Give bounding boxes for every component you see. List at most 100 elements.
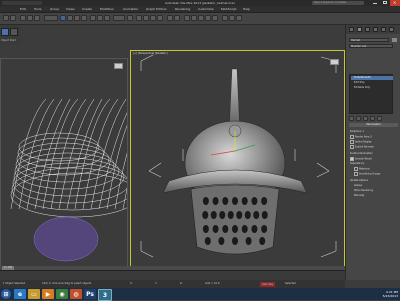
taskbar: ⊞ e ▭ ▶ ◉ ◍ Ps 3 4:21 PM 5/23/2013 — [0, 288, 400, 301]
make-unique-icon[interactable] — [363, 116, 368, 121]
rollout-parameters[interactable]: Parameters — [349, 123, 398, 127]
param-isoline[interactable]: Isoline Display — [350, 140, 372, 144]
rendered-frame-window-icon[interactable] — [229, 15, 235, 21]
param-smooth-result[interactable]: Smooth Result — [350, 157, 372, 161]
graphite-ribbon-icon[interactable] — [191, 15, 197, 21]
radio-manually[interactable]: Manually — [354, 194, 364, 197]
create-tab-icon[interactable] — [349, 27, 354, 32]
window-crossing-icon[interactable] — [81, 15, 87, 21]
radio-when-rendering[interactable]: When Rendering — [354, 189, 373, 192]
param-render-iters[interactable]: Render Iters: 0 — [350, 135, 372, 139]
checkbox-explicit-normals[interactable] — [350, 145, 354, 149]
param-materials[interactable]: Materials — [354, 167, 370, 171]
rotate-icon[interactable] — [97, 15, 103, 21]
photoshop-icon[interactable]: Ps — [84, 289, 96, 299]
unlink-icon[interactable] — [27, 15, 33, 21]
param-label: Render Iters: 0 — [355, 135, 373, 139]
menu-modifiers[interactable]: Modifiers — [100, 6, 114, 12]
viewcube-left[interactable] — [114, 63, 123, 69]
media-player-icon[interactable]: ▶ — [42, 289, 54, 299]
start-button[interactable]: ⊞ — [1, 289, 11, 299]
viewport-center[interactable]: [+] [Perspective] [Realistic] — [130, 50, 345, 267]
prompt-line: Click or click-and-drag to select object… — [42, 282, 92, 285]
material-editor-icon[interactable] — [212, 15, 218, 21]
folder-icon[interactable]: ▭ — [28, 289, 40, 299]
3dsmax-icon[interactable]: 3 — [98, 289, 112, 301]
firefox-icon[interactable]: ◍ — [70, 289, 82, 299]
auto-key-button[interactable]: Auto Key — [260, 281, 276, 287]
modify-tab-icon[interactable] — [357, 27, 362, 32]
viewcube-center[interactable] — [330, 59, 339, 65]
reference-coordinate-dropdown[interactable] — [113, 15, 125, 21]
menu-group[interactable]: Group — [50, 6, 59, 12]
link-icon[interactable] — [20, 15, 26, 21]
param-explicit-normals[interactable]: Explicit Normals — [350, 145, 374, 149]
menu-customize[interactable]: Customize — [198, 6, 214, 12]
show-end-result-icon[interactable] — [356, 116, 361, 121]
utilities-tab-icon[interactable] — [389, 27, 394, 32]
menu-edit[interactable]: Edit — [20, 6, 26, 12]
menu-views[interactable]: Views — [66, 6, 75, 12]
scale-icon[interactable] — [104, 15, 110, 21]
paint-settings-icon[interactable] — [10, 28, 18, 36]
search-input[interactable]: Type a keyword or phrase — [312, 1, 364, 5]
paint-brush-icon[interactable] — [1, 28, 9, 36]
rectangular-selection-icon[interactable] — [74, 15, 80, 21]
select-object-icon[interactable] — [60, 15, 66, 21]
angle-snap-icon[interactable] — [143, 15, 149, 21]
param-label: Materials — [359, 167, 370, 171]
configure-modifier-sets-icon[interactable] — [377, 116, 382, 121]
radio-always[interactable]: Always — [354, 184, 362, 187]
menu-help[interactable]: Help — [243, 6, 250, 12]
layer-manager-icon[interactable] — [184, 15, 190, 21]
redo-icon[interactable] — [10, 15, 16, 21]
stack-item-editable-poly[interactable]: Editable Poly — [351, 86, 393, 90]
checkbox-smooth-result[interactable] — [350, 157, 354, 161]
align-icon[interactable] — [174, 15, 180, 21]
mirror-icon[interactable] — [167, 15, 173, 21]
param-iterations[interactable]: Iterations: 1 — [350, 130, 364, 133]
coord-y-label: Y: — [155, 282, 158, 285]
checkbox-smoothing-groups[interactable] — [354, 172, 358, 176]
stack-item-edit-poly[interactable]: Edit Poly — [351, 81, 393, 85]
ie-icon[interactable]: e — [14, 289, 26, 299]
selection-filter-dropdown[interactable] — [44, 15, 58, 21]
pin-stack-icon[interactable] — [349, 116, 354, 121]
checkbox-isoline[interactable] — [350, 140, 354, 144]
quick-access-toolbar[interactable] — [2, 1, 42, 5]
remove-modifier-icon[interactable] — [370, 116, 375, 121]
modifier-list-dropdown[interactable]: Modifier List — [349, 44, 393, 48]
select-by-name-icon[interactable] — [67, 15, 73, 21]
render-production-icon[interactable] — [236, 15, 242, 21]
checkbox-render-iters[interactable] — [350, 135, 354, 139]
hierarchy-tab-icon[interactable] — [365, 27, 370, 32]
object-color-swatch[interactable] — [392, 38, 397, 42]
menu-create[interactable]: Create — [82, 6, 92, 12]
checkbox-materials[interactable] — [354, 167, 358, 171]
chrome-icon[interactable]: ◉ — [56, 289, 68, 299]
menu-rendering[interactable]: Rendering — [175, 6, 190, 12]
menu-maxscript[interactable]: MAXScript — [221, 6, 236, 12]
key-filter-dropdown[interactable]: Selected — [285, 280, 296, 288]
clock[interactable]: 4:21 PM 5/23/2013 — [383, 290, 398, 298]
motion-tab-icon[interactable] — [373, 27, 378, 32]
render-setup-icon[interactable] — [222, 15, 228, 21]
snap-icon[interactable] — [136, 15, 142, 21]
menu-tools[interactable]: Tools — [34, 6, 41, 12]
param-smoothing-groups[interactable]: Smoothing Groups — [354, 172, 380, 176]
schematic-view-icon[interactable] — [205, 15, 211, 21]
pivot-icon[interactable] — [127, 15, 133, 21]
percent-snap-icon[interactable] — [150, 15, 156, 21]
move-icon[interactable] — [90, 15, 96, 21]
bind-icon[interactable] — [34, 15, 40, 21]
viewport-left[interactable] — [0, 58, 128, 268]
curve-editor-icon[interactable] — [198, 15, 204, 21]
spinner-snap-icon[interactable] — [157, 15, 163, 21]
object-name-field[interactable]: Helmet — [349, 38, 389, 42]
menu-graph-editors[interactable]: Graph Editors — [146, 6, 167, 12]
clock-date: 5/23/2013 — [382, 294, 398, 298]
undo-icon[interactable] — [3, 15, 9, 21]
stack-item-turbosmooth[interactable]: TurboSmooth — [351, 76, 393, 80]
menu-animation[interactable]: Animation — [123, 6, 138, 12]
display-tab-icon[interactable] — [381, 27, 386, 32]
